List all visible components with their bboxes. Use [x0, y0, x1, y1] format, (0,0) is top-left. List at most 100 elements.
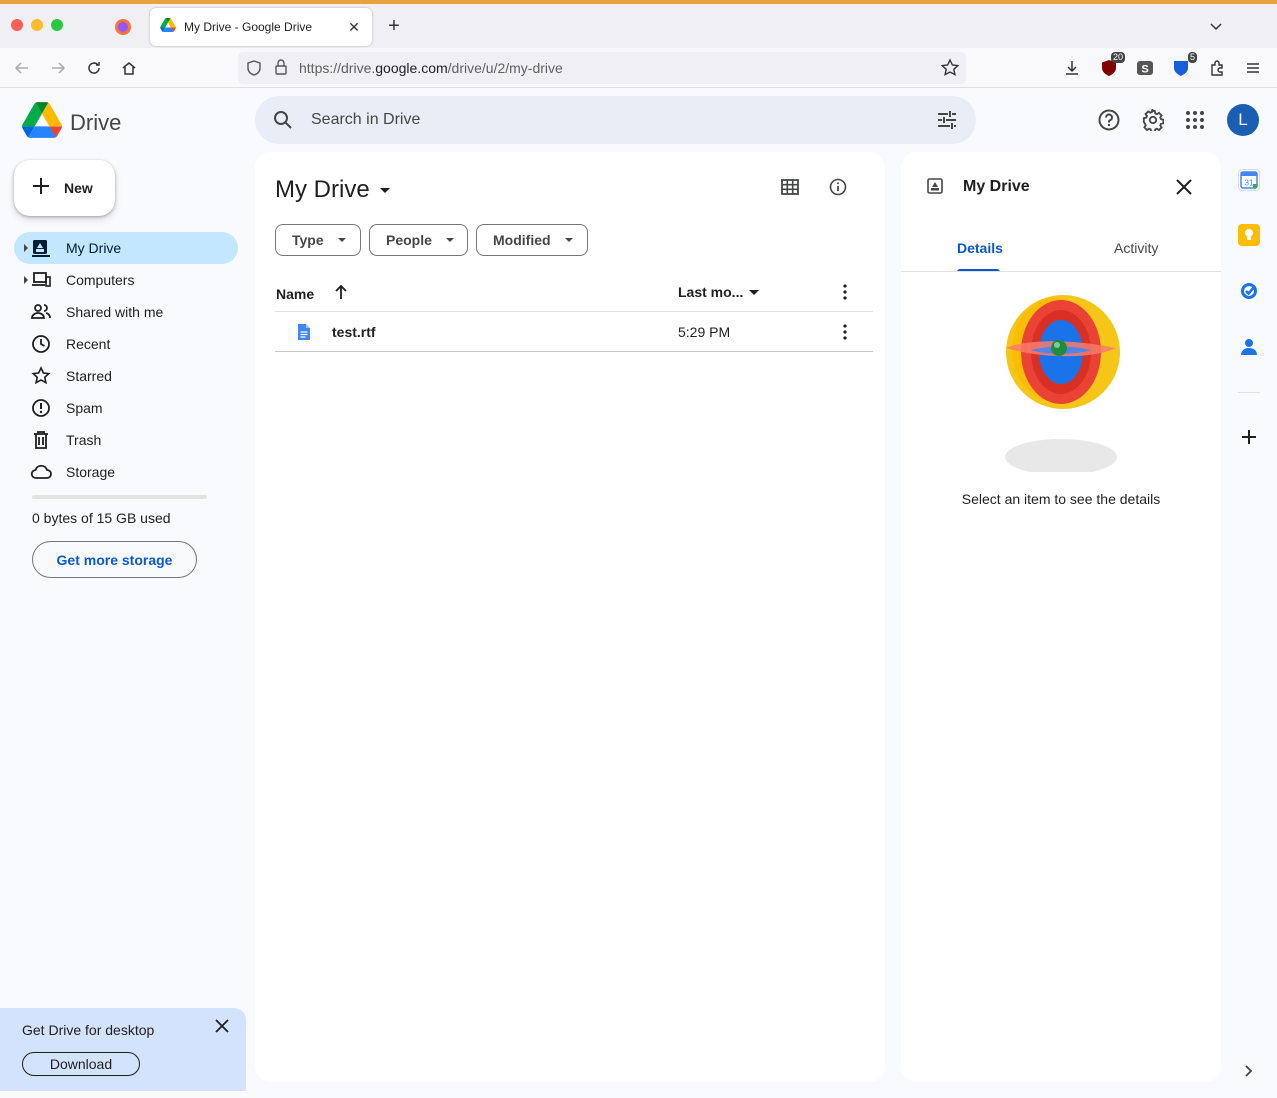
settings-gear-icon[interactable]	[1141, 108, 1165, 132]
star-icon	[30, 366, 52, 386]
apps-grid-icon[interactable]	[1183, 108, 1207, 132]
tasks-icon[interactable]	[1238, 280, 1260, 302]
extension-badge: 20	[1110, 52, 1125, 63]
filter-chip-type[interactable]: Type	[275, 224, 361, 256]
forward-arrow-icon[interactable]	[48, 58, 68, 78]
app-name: Drive	[70, 109, 122, 135]
url-bar[interactable]: https://drive.google.com/drive/u/2/my-dr…	[238, 52, 966, 84]
plus-icon	[32, 177, 50, 200]
sidebar-item-storage[interactable]: Storage	[14, 456, 238, 488]
sidebar-item-trash[interactable]: Trash	[14, 424, 238, 456]
close-icon[interactable]	[1175, 178, 1193, 201]
sidebar-item-my-drive[interactable]: My Drive	[14, 232, 238, 264]
sidebar-item-label: My Drive	[66, 240, 122, 256]
browser-nav-bar: https://drive.google.com/drive/u/2/my-dr…	[0, 48, 1277, 88]
menu-hamburger-icon[interactable]	[1243, 58, 1263, 78]
browser-tab-bar: My Drive - Google Drive ✕ +	[0, 4, 1277, 48]
bitwarden-extension-icon[interactable]: 5	[1171, 52, 1197, 78]
my-drive-icon	[926, 177, 944, 200]
dropdown-caret-icon	[564, 238, 573, 242]
clock-icon	[30, 334, 52, 354]
column-header-last-modified[interactable]: Last mo...	[678, 284, 760, 300]
my-drive-icon	[30, 238, 52, 258]
tab-activity[interactable]: Activity	[1114, 240, 1158, 256]
downloads-icon[interactable]	[1062, 58, 1082, 78]
svg-text:S: S	[1141, 64, 1148, 76]
storage-usage-text: 0 bytes of 15 GB used	[32, 510, 171, 526]
search-bar[interactable]: Search in Drive	[255, 96, 976, 144]
tab-close-icon[interactable]: ✕	[346, 19, 362, 35]
column-header-name[interactable]: Name	[276, 284, 348, 303]
page-title[interactable]: My Drive	[275, 176, 390, 204]
firefox-view-icon[interactable]	[110, 14, 136, 40]
window-close-button[interactable]	[11, 19, 23, 31]
calendar-icon[interactable]: 31	[1238, 169, 1260, 191]
bookmark-star-icon[interactable]	[940, 58, 960, 83]
grid-view-icon[interactable]	[779, 176, 801, 198]
sidebar-item-label: Shared with me	[66, 304, 164, 320]
expand-arrow-icon[interactable]	[24, 244, 28, 252]
details-title: My Drive	[963, 178, 1030, 195]
sidebar-item-label: Starred	[66, 368, 112, 384]
tab-title: My Drive - Google Drive	[184, 20, 313, 34]
extensions-puzzle-icon[interactable]	[1207, 58, 1227, 78]
contacts-icon[interactable]	[1238, 336, 1260, 358]
avatar[interactable]: L	[1227, 104, 1259, 136]
file-modified: 5:29 PM	[678, 324, 731, 340]
dropdown-caret-icon	[337, 238, 346, 242]
rail-divider	[1238, 392, 1260, 393]
keep-icon[interactable]	[1238, 224, 1260, 246]
filter-chip-people[interactable]: People	[369, 224, 468, 256]
window-minimize-button[interactable]	[31, 19, 43, 31]
new-button[interactable]: New	[14, 160, 115, 216]
shared-icon	[30, 302, 52, 322]
search-icon[interactable]	[271, 108, 295, 137]
shield-icon[interactable]	[246, 60, 262, 81]
sort-arrow-up-icon[interactable]	[334, 284, 348, 303]
details-empty-message: Select an item to see the details	[961, 491, 1161, 507]
reload-icon[interactable]	[84, 58, 104, 78]
filter-chip-modified[interactable]: Modified	[476, 224, 588, 256]
file-name[interactable]: test.rtf	[332, 324, 376, 340]
sidebar-item-label: Trash	[66, 432, 102, 448]
help-icon[interactable]	[1097, 108, 1121, 132]
sidebar-item-starred[interactable]: Starred	[14, 360, 238, 392]
chevron-right-icon[interactable]	[1238, 1060, 1260, 1082]
add-addon-icon[interactable]	[1238, 426, 1260, 448]
s-extension-icon[interactable]: S	[1135, 58, 1155, 78]
expand-arrow-icon[interactable]	[24, 276, 28, 284]
desktop-promo-banner: Get Drive for desktop Download	[0, 1008, 246, 1091]
url-text: https://drive.google.com/drive/u/2/my-dr…	[299, 60, 563, 76]
page-title-text: My Drive	[275, 176, 370, 203]
column-header-label: Name	[276, 285, 315, 302]
ublock-extension-icon[interactable]: 20	[1099, 52, 1125, 78]
drive-logo[interactable]: Drive	[22, 102, 121, 143]
sidebar-item-spam[interactable]: Spam	[14, 392, 238, 424]
search-options-icon[interactable]	[935, 108, 959, 137]
tab-list-chevron-icon[interactable]	[1208, 18, 1226, 36]
close-icon[interactable]	[214, 1018, 230, 1034]
more-options-icon[interactable]	[839, 323, 851, 346]
get-more-storage-button[interactable]: Get more storage	[32, 541, 197, 578]
back-arrow-icon[interactable]	[12, 58, 32, 78]
drive-logo-icon	[22, 102, 62, 143]
window-zoom-button[interactable]	[51, 19, 63, 31]
info-icon[interactable]	[827, 176, 849, 198]
tab-details[interactable]: Details	[957, 240, 1003, 256]
main-content: My Drive Type People Modified Name Last …	[255, 152, 885, 1082]
more-options-icon[interactable]	[839, 283, 851, 306]
empty-state-illustration	[1001, 292, 1121, 477]
home-icon[interactable]	[119, 58, 139, 78]
drive-favicon-icon	[160, 17, 176, 37]
lock-icon[interactable]	[274, 59, 288, 80]
filter-chip-label: Modified	[493, 232, 551, 248]
new-tab-icon[interactable]: +	[384, 15, 404, 37]
sidebar-item-label: Storage	[66, 464, 116, 480]
cloud-icon	[30, 462, 52, 482]
sidebar-item-recent[interactable]: Recent	[14, 328, 238, 360]
sidebar-item-shared-with-me[interactable]: Shared with me	[14, 296, 238, 328]
search-input[interactable]: Search in Drive	[311, 111, 420, 129]
sidebar-item-computers[interactable]: Computers	[14, 264, 238, 296]
browser-tab-active[interactable]: My Drive - Google Drive ✕	[150, 8, 372, 46]
download-button[interactable]: Download	[22, 1052, 140, 1076]
